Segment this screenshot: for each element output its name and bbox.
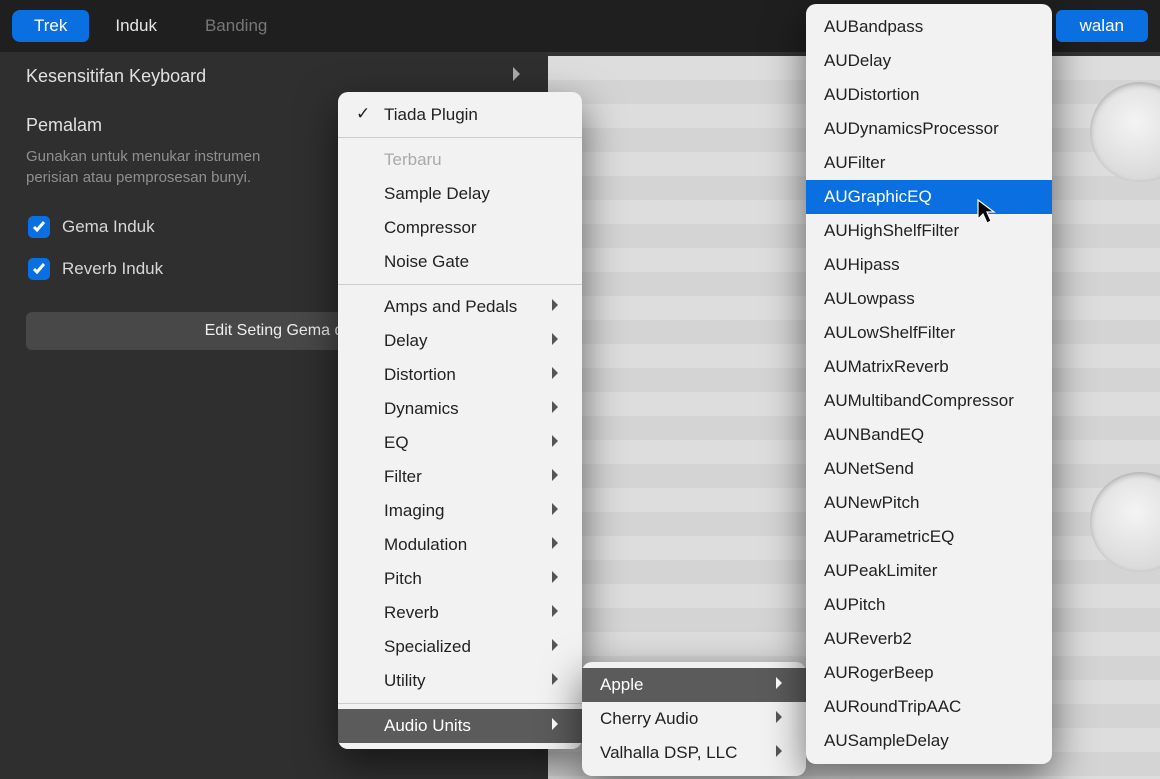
chevron-right-icon bbox=[551, 331, 560, 351]
chevron-right-icon bbox=[551, 569, 560, 589]
menu-item-category[interactable]: Distortion bbox=[338, 358, 582, 392]
menu-item-category[interactable]: Delay bbox=[338, 324, 582, 358]
reverb-induk-checkbox[interactable] bbox=[28, 258, 50, 280]
menu-item-label: Amps and Pedals bbox=[384, 297, 517, 317]
menu-item-plugin[interactable]: AUParametricEQ bbox=[806, 520, 1052, 554]
menu-item-category[interactable]: Reverb bbox=[338, 596, 582, 630]
menu-item-label: Reverb bbox=[384, 603, 439, 623]
menu-item-label: Delay bbox=[384, 331, 427, 351]
menu-item-category[interactable]: Imaging bbox=[338, 494, 582, 528]
menu-item-plugin[interactable]: AURogerBeep bbox=[806, 656, 1052, 690]
reverb-induk-label: Reverb Induk bbox=[62, 259, 163, 279]
menu-item-label: Apple bbox=[600, 675, 643, 695]
menu-item-plugin[interactable]: AUHipass bbox=[806, 248, 1052, 282]
menu-item-plugin[interactable]: AUNewPitch bbox=[806, 486, 1052, 520]
chevron-right-icon bbox=[775, 675, 784, 695]
menu-item-label: Imaging bbox=[384, 501, 444, 521]
chevron-right-icon bbox=[551, 603, 560, 623]
menu-item-label: Pitch bbox=[384, 569, 422, 589]
chevron-right-icon bbox=[775, 709, 784, 729]
menu-item-label: Cherry Audio bbox=[600, 709, 698, 729]
plugin-list-submenu: AUBandpassAUDelayAUDistortionAUDynamicsP… bbox=[806, 4, 1052, 764]
pemalam-help: Gunakan untuk menukar instrumen perisian… bbox=[0, 142, 320, 206]
menu-item-audiounits-label: Audio Units bbox=[384, 716, 471, 736]
menu-item-plugin[interactable]: AUDistortion bbox=[806, 78, 1052, 112]
menu-item-category[interactable]: Pitch bbox=[338, 562, 582, 596]
menu-item-category[interactable]: Dynamics bbox=[338, 392, 582, 426]
menu-item-category[interactable]: Utility bbox=[338, 664, 582, 698]
menu-item-recent-0[interactable]: Sample Delay bbox=[338, 177, 582, 211]
menu-item-plugin[interactable]: AUMatrixReverb bbox=[806, 350, 1052, 384]
menu-item-label: Modulation bbox=[384, 535, 467, 555]
menu-item-label: Distortion bbox=[384, 365, 456, 385]
menu-item-plugin[interactable]: AUDelay bbox=[806, 44, 1052, 78]
chevron-right-icon bbox=[551, 433, 560, 453]
menu-item-label: Specialized bbox=[384, 637, 471, 657]
menu-item-label: Filter bbox=[384, 467, 422, 487]
chevron-right-icon bbox=[551, 671, 560, 691]
menu-item-vendor[interactable]: Cherry Audio bbox=[582, 702, 806, 736]
menu-item-recent-1[interactable]: Compressor bbox=[338, 211, 582, 245]
tab-group: Trek Induk Banding bbox=[12, 10, 289, 42]
menu-item-label: EQ bbox=[384, 433, 409, 453]
vendor-submenu: Apple Cherry Audio Valhalla DSP, LLC bbox=[582, 662, 806, 776]
menu-item-plugin[interactable]: AULowpass bbox=[806, 282, 1052, 316]
menu-item-audiounits[interactable]: Audio Units bbox=[338, 709, 582, 743]
kesensitifan-label: Kesensitifan Keyboard bbox=[26, 66, 206, 87]
chevron-right-icon bbox=[551, 637, 560, 657]
menu-item-plugin[interactable]: AUPeakLimiter bbox=[806, 554, 1052, 588]
menu-item-plugin[interactable]: AUPitch bbox=[806, 588, 1052, 622]
menu-item-label: Utility bbox=[384, 671, 426, 691]
chevron-right-icon bbox=[551, 501, 560, 521]
chevron-right-icon bbox=[775, 743, 784, 763]
menu-item-plugin[interactable]: AUNBandEQ bbox=[806, 418, 1052, 452]
menu-item-label: Dynamics bbox=[384, 399, 459, 419]
chevron-right-icon bbox=[511, 66, 522, 87]
menu-item-plugin[interactable]: AURoundTripAAC bbox=[806, 690, 1052, 724]
menu-item-vendor[interactable]: Apple bbox=[582, 668, 806, 702]
menu-item-plugin[interactable]: AUReverb2 bbox=[806, 622, 1052, 656]
chevron-right-icon bbox=[551, 399, 560, 419]
chevron-right-icon bbox=[551, 365, 560, 385]
tab-trek[interactable]: Trek bbox=[12, 10, 89, 42]
menu-item-plugin[interactable]: AUFilter bbox=[806, 146, 1052, 180]
chevron-right-icon bbox=[551, 467, 560, 487]
kawalan-button[interactable]: walan bbox=[1056, 10, 1148, 42]
menu-item-plugin[interactable]: AUBandpass bbox=[806, 10, 1052, 44]
menu-item-category[interactable]: EQ bbox=[338, 426, 582, 460]
menu-item-plugin[interactable]: AULowShelfFilter bbox=[806, 316, 1052, 350]
gema-induk-checkbox[interactable] bbox=[28, 216, 50, 238]
menu-item-plugin[interactable]: AUSampleDelay bbox=[806, 724, 1052, 758]
menu-item-plugin[interactable]: AUGraphicEQ bbox=[806, 180, 1052, 214]
menu-item-plugin[interactable]: AUHighShelfFilter bbox=[806, 214, 1052, 248]
tab-banding[interactable]: Banding bbox=[183, 10, 289, 42]
chevron-right-icon bbox=[551, 297, 560, 317]
menu-item-recent-2[interactable]: Noise Gate bbox=[338, 245, 582, 279]
menu-item-plugin[interactable]: AUDynamicsProcessor bbox=[806, 112, 1052, 146]
tab-induk[interactable]: Induk bbox=[93, 10, 179, 42]
menu-item-label: Valhalla DSP, LLC bbox=[600, 743, 737, 763]
menu-item-category[interactable]: Amps and Pedals bbox=[338, 290, 582, 324]
chevron-right-icon bbox=[551, 535, 560, 555]
menu-item-plugin[interactable]: AUMultibandCompressor bbox=[806, 384, 1052, 418]
chevron-right-icon bbox=[551, 716, 560, 736]
gema-induk-label: Gema Induk bbox=[62, 217, 155, 237]
menu-item-vendor[interactable]: Valhalla DSP, LLC bbox=[582, 736, 806, 770]
menu-item-category[interactable]: Specialized bbox=[338, 630, 582, 664]
menu-item-category[interactable]: Modulation bbox=[338, 528, 582, 562]
menu-heading-terbaru: Terbaru bbox=[338, 143, 582, 177]
menu-item-tiada-plugin[interactable]: Tiada Plugin bbox=[338, 98, 582, 132]
menu-item-plugin[interactable]: AUNetSend bbox=[806, 452, 1052, 486]
plugin-menu: Tiada Plugin Terbaru Sample Delay Compre… bbox=[338, 92, 582, 749]
menu-item-category[interactable]: Filter bbox=[338, 460, 582, 494]
